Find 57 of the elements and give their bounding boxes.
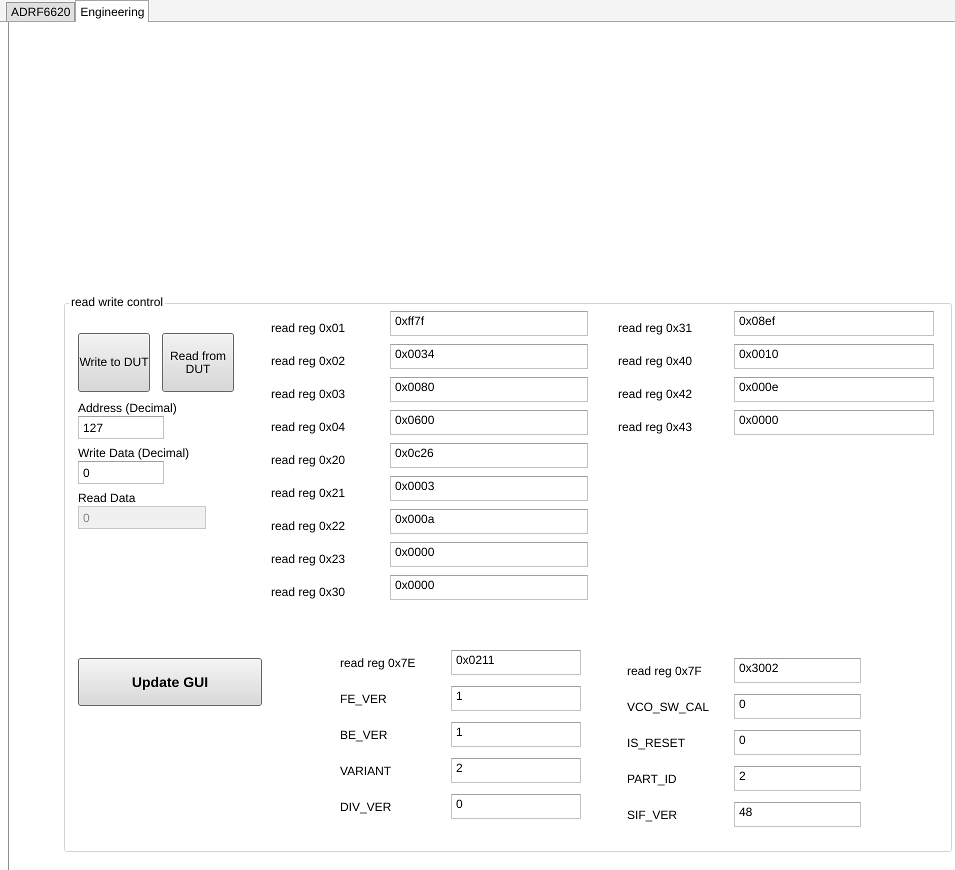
info-field[interactable]: 1: [451, 722, 581, 747]
tab[interactable]: ADRF6620: [6, 2, 76, 21]
register-field[interactable]: 0x0010: [734, 344, 934, 369]
register-label: read reg 0x20: [271, 452, 346, 466]
register-field[interactable]: 0x0080: [390, 377, 588, 402]
register-label: read reg 0x40: [618, 352, 694, 368]
info-label: IS_RESET: [627, 736, 686, 750]
info-field[interactable]: 0x0211: [451, 650, 581, 675]
input-field[interactable]: 127: [78, 416, 164, 439]
update-button[interactable]: Update GUI: [78, 658, 262, 706]
info-field[interactable]: 0: [734, 730, 861, 755]
register-field[interactable]: 0x000e: [734, 377, 934, 402]
register-field[interactable]: 0x0003: [390, 476, 588, 501]
info-label: DIV_VER: [340, 800, 392, 814]
info-field[interactable]: 48: [734, 802, 861, 827]
field-label: Write Data (Decimal): [78, 445, 190, 461]
register-label: read reg 0x01: [271, 320, 346, 334]
register-field[interactable]: 0x000a: [390, 509, 588, 534]
info-label: BE_VER: [340, 728, 388, 742]
field-label: Read Data: [78, 490, 136, 506]
info-field[interactable]: 0: [734, 694, 861, 719]
info-field[interactable]: 2: [734, 766, 861, 791]
register-label: read reg 0x31: [618, 320, 694, 334]
register-field[interactable]: 0x0034: [390, 344, 588, 369]
register-label: read reg 0x21: [271, 484, 346, 500]
info-label: read reg 0x7F: [627, 664, 703, 678]
info-field[interactable]: 1: [451, 686, 581, 711]
action-button[interactable]: Read from DUT: [162, 333, 234, 392]
register-field[interactable]: 0xff7f: [390, 311, 588, 336]
register-field[interactable]: 0x0c26: [390, 443, 588, 468]
group-title: read write control: [69, 295, 166, 309]
register-label: read reg 0x03: [271, 386, 346, 400]
field-label: Address (Decimal): [78, 400, 177, 416]
info-label: VCO_SW_CAL: [627, 700, 710, 714]
info-label: SIF_VER: [627, 808, 678, 822]
info-label: PART_ID: [627, 772, 678, 786]
register-label: read reg 0x23: [271, 550, 346, 566]
info-label: read reg 0x7E: [340, 656, 416, 670]
input-field[interactable]: 0: [78, 461, 164, 484]
register-field[interactable]: 0x0000: [390, 575, 588, 600]
register-label: read reg 0x02: [271, 352, 346, 368]
register-field[interactable]: 0x08ef: [734, 311, 934, 336]
info-label: VARIANT: [340, 764, 392, 778]
tab[interactable]: Engineering: [75, 0, 150, 22]
register-field[interactable]: 0x0600: [390, 410, 588, 435]
register-field[interactable]: 0x0000: [390, 542, 588, 567]
register-label: read reg 0x04: [271, 418, 346, 434]
action-button[interactable]: Write to DUT: [78, 333, 150, 392]
info-field[interactable]: 0x3002: [734, 658, 861, 683]
register-label: read reg 0x43: [618, 418, 694, 434]
register-field[interactable]: 0x0000: [734, 410, 934, 435]
info-label: FE_VER: [340, 692, 388, 706]
register-label: read reg 0x30: [271, 584, 346, 598]
info-field[interactable]: 0: [451, 794, 581, 819]
info-field[interactable]: 2: [451, 758, 581, 783]
register-label: read reg 0x42: [618, 386, 694, 400]
register-label: read reg 0x22: [271, 518, 346, 532]
